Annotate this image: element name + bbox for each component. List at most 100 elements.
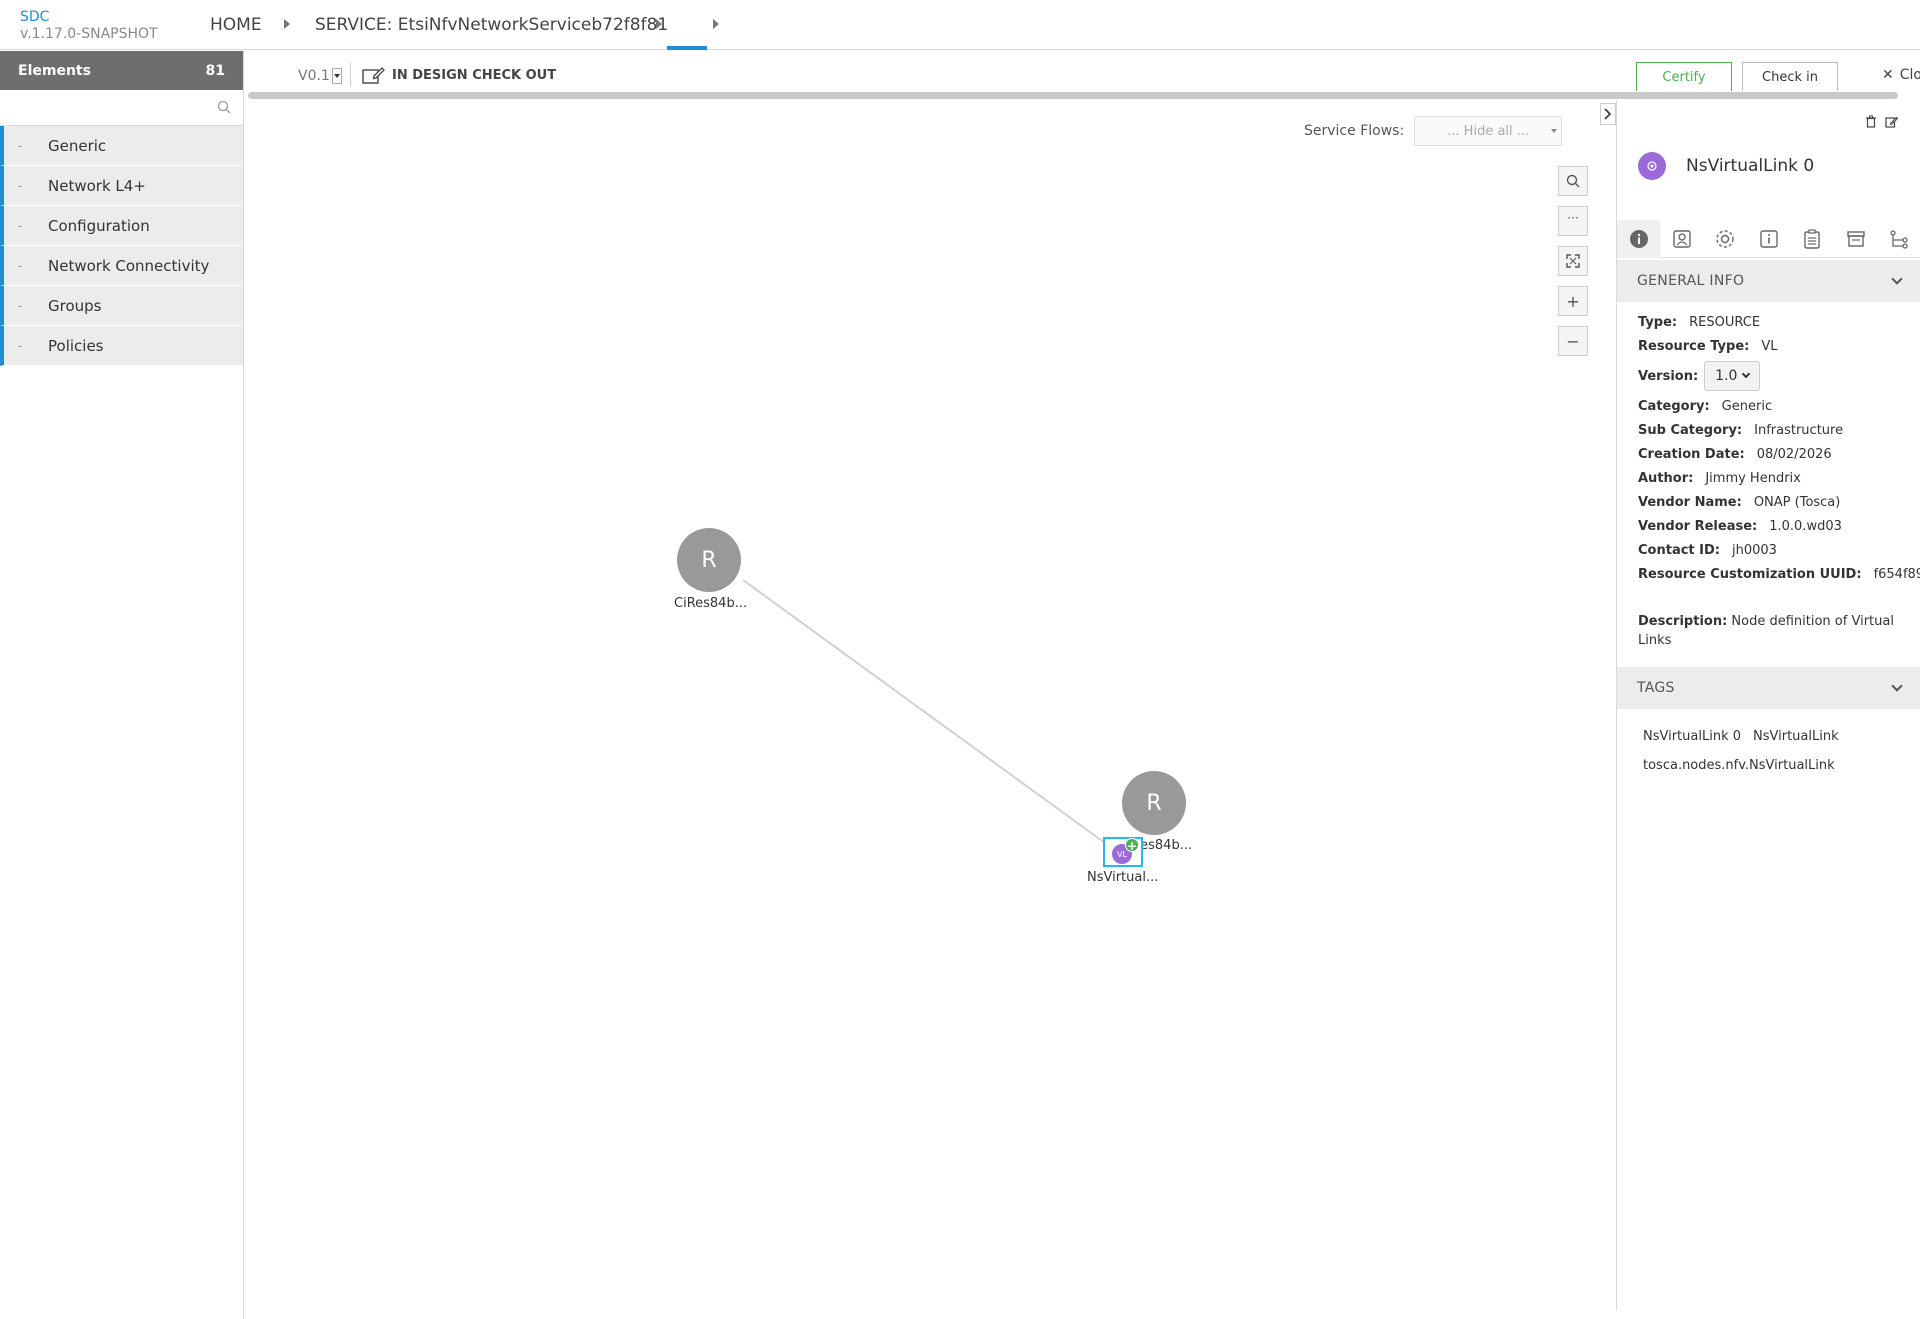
palette-group-generic[interactable]: - Generic xyxy=(0,126,243,166)
version-dropdown[interactable]: 1.0 xyxy=(1704,361,1761,391)
tags-row: tosca.nodes.nfv.NsVirtualLink xyxy=(1643,751,1913,780)
palette-group-policies[interactable]: - Policies xyxy=(0,326,243,366)
tags-header[interactable]: TAGS xyxy=(1617,667,1920,709)
palette-group-label: Generic xyxy=(48,136,107,155)
info-label: Creation Date: xyxy=(1638,446,1745,462)
chevron-down-icon xyxy=(1742,369,1751,379)
vl-node-badge: VL xyxy=(1117,849,1127,859)
panel-tabs xyxy=(1617,220,1920,258)
info-value: VL xyxy=(1761,338,1778,354)
tag-item: tosca.nodes.nfv.NsVirtualLink xyxy=(1643,758,1835,773)
palette-count: 81 xyxy=(205,62,225,79)
add-relation-plus-icon[interactable]: + xyxy=(1125,838,1139,853)
tab-composition[interactable] xyxy=(1877,220,1920,258)
nav-home[interactable]: HOME xyxy=(210,0,262,50)
palette-group-network-connectivity[interactable]: - Network Connectivity xyxy=(0,246,243,286)
info-value: Jimmy Hendrix xyxy=(1705,470,1801,486)
version-dropdown-value: 1.0 xyxy=(1715,368,1738,384)
tab-deployment-artifacts[interactable] xyxy=(1660,220,1703,258)
app-logo[interactable]: SDC v.1.17.0-SNAPSHOT xyxy=(20,9,158,43)
tag-item: NsVirtualLink xyxy=(1753,729,1839,744)
breadcrumb-arrow-icon xyxy=(284,19,290,29)
info-label: Category: xyxy=(1638,398,1710,414)
info-label: Resource Customization UUID: xyxy=(1638,566,1862,582)
panel-header: NsVirtualLink 0 xyxy=(1638,152,1814,180)
info-row-type: Type: RESOURCE xyxy=(1638,310,1908,334)
info-row-vendor-release: Vendor Release: 1.0.0.wd03 xyxy=(1638,514,1908,538)
info-label: Sub Category: xyxy=(1638,422,1743,438)
info-value: Infrastructure xyxy=(1754,422,1844,438)
info-row-creation-date: Creation Date: 08/02/2026 xyxy=(1638,442,1908,466)
app-version: v.1.17.0-SNAPSHOT xyxy=(20,26,158,42)
close-button[interactable]: ✕ Close xyxy=(1882,67,1920,83)
palette-header: Elements 81 xyxy=(0,51,243,90)
palette-group-network-l4[interactable]: - Network L4+ xyxy=(0,166,243,206)
horizontal-scrollbar[interactable] xyxy=(248,92,1898,99)
nav-service[interactable]: SERVICE: EtsiNfvNetworkServiceb72f8f81 xyxy=(315,0,668,50)
close-label: Close xyxy=(1899,67,1920,83)
checkout-edit-icon xyxy=(362,67,385,84)
active-tab-indicator xyxy=(667,46,707,50)
composition-canvas[interactable]: Service Flows: ... Hide all ... ··· + − … xyxy=(245,100,1615,1310)
palette-search-input[interactable] xyxy=(0,90,210,124)
vl-avatar-icon xyxy=(1638,152,1666,180)
chevron-down-icon[interactable] xyxy=(331,68,342,84)
trash-icon[interactable] xyxy=(1865,115,1877,128)
relation-link[interactable] xyxy=(742,579,1106,844)
general-info-title: GENERAL INFO xyxy=(1637,273,1745,289)
info-label: Author: xyxy=(1638,470,1694,486)
info-circle-icon xyxy=(1629,230,1648,248)
tab-information-artifacts[interactable] xyxy=(1747,220,1790,258)
panel-title: NsVirtualLink 0 xyxy=(1686,156,1815,176)
tab-properties[interactable] xyxy=(1704,220,1747,258)
app-name: SDC xyxy=(20,9,50,25)
info-row-resource-type: Resource Type: VL xyxy=(1638,334,1908,358)
collapse-panel-button[interactable] xyxy=(1600,103,1616,125)
info-label: Vendor Name: xyxy=(1638,494,1742,510)
general-info: Type: RESOURCE Resource Type: VL Version: … xyxy=(1638,310,1920,586)
palette-search xyxy=(0,90,243,126)
node-letter: R xyxy=(701,547,717,573)
info-label: Vendor Release: xyxy=(1638,518,1758,534)
info-row-author: Author: Jimmy Hendrix xyxy=(1638,466,1908,490)
hierarchy-icon xyxy=(1890,230,1908,249)
palette-group-configuration[interactable]: - Configuration xyxy=(0,206,243,246)
palette-group-label: Groups xyxy=(48,296,102,315)
check-in-button[interactable]: Check in xyxy=(1742,62,1838,91)
palette-group-groups[interactable]: - Groups xyxy=(0,286,243,326)
version-value: V0.1 xyxy=(298,68,330,84)
edit-icon[interactable] xyxy=(1885,115,1898,128)
collapse-dash-icon: - xyxy=(18,138,23,153)
breadcrumb-arrow-icon[interactable] xyxy=(713,19,719,29)
info-label: Type: xyxy=(1638,314,1678,330)
tab-general-info[interactable] xyxy=(1617,220,1661,258)
collapse-dash-icon: - xyxy=(18,218,23,233)
link-layer xyxy=(742,579,1106,844)
toolbar-divider xyxy=(350,63,351,87)
search-icon[interactable] xyxy=(217,100,231,114)
tab-api[interactable] xyxy=(1834,220,1877,258)
lifecycle-status-text: IN DESIGN CHECK OUT xyxy=(392,67,557,83)
general-info-header[interactable]: GENERAL INFO xyxy=(1617,260,1920,302)
resource-node[interactable]: R xyxy=(677,528,741,592)
tab-requirements[interactable] xyxy=(1791,220,1834,258)
info-label: Contact ID: xyxy=(1638,542,1720,558)
resource-node-label: CiRes84b... xyxy=(674,596,748,611)
canvas-toolbar: V0.1 IN DESIGN CHECK OUT Certify Check i… xyxy=(245,51,1920,93)
vl-node-label: NsVirtual... xyxy=(1087,870,1159,885)
resource-node[interactable]: R xyxy=(1122,771,1186,835)
close-icon: ✕ xyxy=(1882,67,1894,83)
artifacts-icon xyxy=(1673,230,1691,248)
palette-group-label: Network L4+ xyxy=(48,176,146,195)
breadcrumb-arrow-icon[interactable] xyxy=(656,19,662,29)
clipboard-icon xyxy=(1804,229,1820,249)
palette-group-label: Network Connectivity xyxy=(48,256,210,275)
certify-button[interactable]: Certify xyxy=(1636,62,1732,91)
version-select[interactable]: V0.1 xyxy=(298,68,342,84)
node-letter: R xyxy=(1146,790,1162,816)
lifecycle-status: IN DESIGN CHECK OUT xyxy=(362,66,556,84)
palette-group-label: Policies xyxy=(48,336,104,355)
elements-palette: Elements 81 - Generic - Network L4+ - Confi… xyxy=(0,51,244,1319)
info-row-version: Version: 1.0 xyxy=(1638,358,1908,394)
collapse-dash-icon: - xyxy=(18,338,23,353)
